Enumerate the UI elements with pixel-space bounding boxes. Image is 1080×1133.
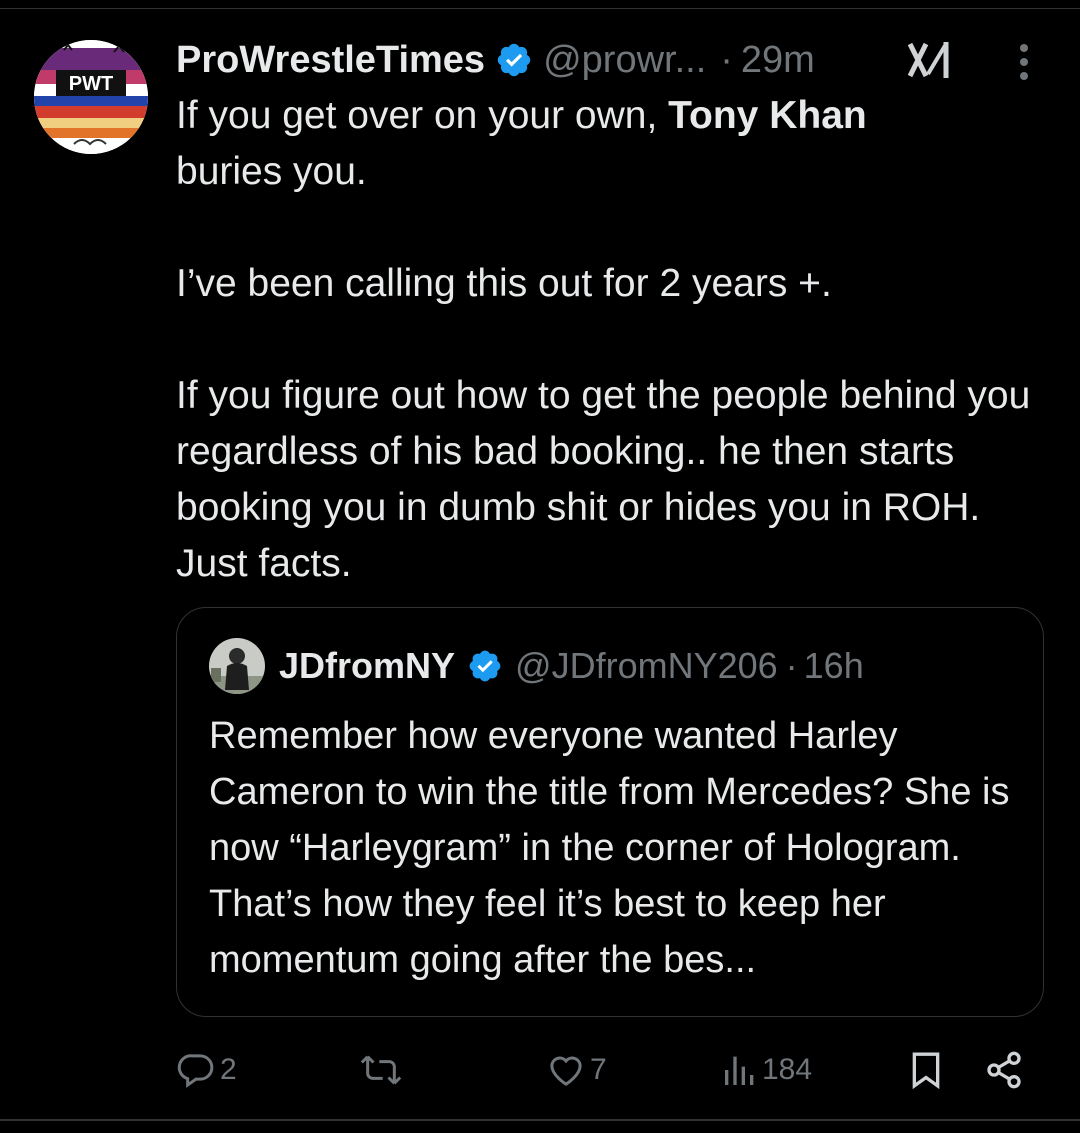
verified-badge-icon xyxy=(495,41,533,79)
views-chart-icon xyxy=(722,1050,758,1090)
action-bar: 2 7 184 xyxy=(0,1040,1080,1100)
tweet-text-bold: Tony Khan xyxy=(668,94,867,137)
tweet-paragraph-1: If you get over on your own, Tony Khan b… xyxy=(176,88,1056,200)
tweet-paragraph-2: I’ve been calling this out for 2 years +… xyxy=(176,262,832,305)
tweet-timestamp[interactable]: 29m xyxy=(741,39,815,82)
quoted-author-avatar[interactable] xyxy=(209,638,265,694)
views-count: 184 xyxy=(762,1053,813,1086)
reply-count: 2 xyxy=(220,1053,237,1086)
bookmark-button[interactable] xyxy=(906,1040,946,1100)
author-avatar[interactable]: PWT xyxy=(34,40,148,154)
quoted-avatar-image xyxy=(209,638,265,694)
quoted-tweet-card[interactable]: JDfromNY @JDfromNY206 · 16h Remember how… xyxy=(176,607,1044,1017)
like-button[interactable]: 7 xyxy=(546,1040,607,1100)
quoted-timestamp[interactable]: 16h xyxy=(804,645,864,687)
top-divider xyxy=(0,8,1080,9)
share-icon xyxy=(984,1050,1024,1090)
quoted-tweet-text: Remember how everyone wanted Harley Came… xyxy=(209,715,1010,981)
quoted-tweet-header: JDfromNY @JDfromNY206 · 16h xyxy=(279,638,864,694)
views-button[interactable]: 184 xyxy=(722,1040,812,1100)
avatar-logo-text: PWT xyxy=(69,73,113,95)
quoted-verified-badge-icon xyxy=(467,648,503,684)
tweet-header: ProWrestleTimes @prowr... · 29m xyxy=(176,32,815,88)
quoted-separator-dot: · xyxy=(785,645,798,686)
bottom-divider xyxy=(0,1119,1080,1121)
more-options-icon[interactable] xyxy=(1010,42,1038,82)
quoted-handle[interactable]: @JDfromNY206 xyxy=(515,645,778,687)
tweet-paragraph-3: If you figure out how to get the people … xyxy=(176,374,1031,585)
heart-icon xyxy=(546,1050,586,1090)
tweet-text-part2: buries you. xyxy=(176,150,367,193)
reply-icon xyxy=(176,1050,216,1090)
tweet-body: If you get over on your own, Tony Khan b… xyxy=(176,88,1056,592)
bookmark-icon xyxy=(906,1050,946,1090)
author-display-name[interactable]: ProWrestleTimes xyxy=(176,39,485,82)
quoted-display-name[interactable]: JDfromNY xyxy=(279,645,455,687)
share-button[interactable] xyxy=(984,1040,1024,1100)
author-handle[interactable]: @prowr... xyxy=(543,39,706,82)
retweet-icon xyxy=(358,1050,404,1090)
like-count: 7 xyxy=(590,1053,607,1086)
reply-button[interactable]: 2 xyxy=(176,1040,237,1100)
grok-icon[interactable] xyxy=(906,40,954,80)
retweet-button[interactable] xyxy=(358,1040,408,1100)
tweet-text-part1: If you get over on your own, xyxy=(176,94,669,137)
author-avatar-image: PWT xyxy=(34,40,148,154)
separator-dot: · xyxy=(720,38,733,81)
